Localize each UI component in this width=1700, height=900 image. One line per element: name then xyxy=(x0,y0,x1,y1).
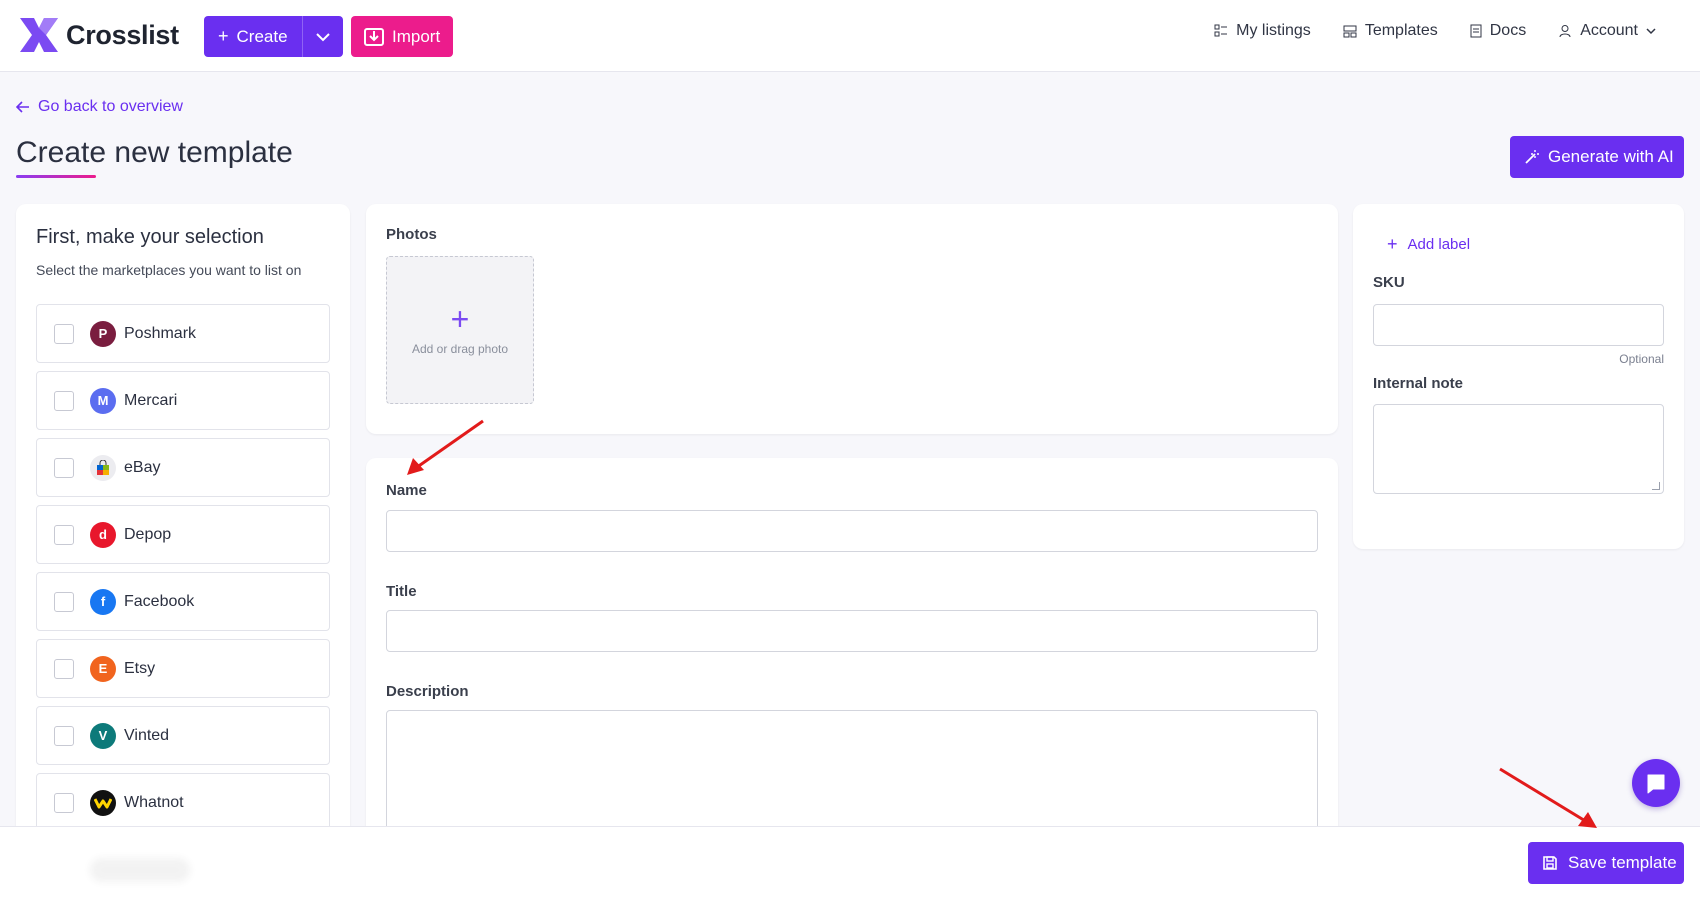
photo-dropzone[interactable]: + Add or drag photo xyxy=(386,256,534,404)
nav-my-listings[interactable]: My listings xyxy=(1214,22,1311,40)
marketplace-checkbox[interactable] xyxy=(54,323,74,344)
marketplace-checkbox[interactable] xyxy=(54,591,74,612)
marketplace-label: Depop xyxy=(124,525,172,543)
marketplace-item-etsy[interactable]: E Etsy xyxy=(36,639,330,698)
nav-label: Docs xyxy=(1489,22,1527,39)
mercari-icon: M xyxy=(90,387,116,414)
marketplace-checkbox[interactable] xyxy=(54,725,74,746)
create-label: Create xyxy=(236,26,288,46)
ebay-icon xyxy=(90,454,116,481)
depop-icon: d xyxy=(90,521,116,548)
etsy-icon: E xyxy=(90,655,116,682)
user-icon xyxy=(1559,25,1571,38)
main-nav: My listings Templates Docs Account xyxy=(1214,22,1656,40)
marketplace-checkbox[interactable] xyxy=(54,457,74,478)
sidebar-card: + Add label SKU Optional Internal note xyxy=(1353,204,1684,549)
poshmark-icon: P xyxy=(90,320,116,347)
back-label: Go back to overview xyxy=(38,98,183,115)
marketplace-checkbox[interactable] xyxy=(54,390,74,411)
title-underline xyxy=(16,175,96,178)
import-label: Import xyxy=(392,26,441,46)
dropzone-text: Add or drag photo xyxy=(411,342,509,356)
marketplace-selection-card: First, make your selection Select the ma… xyxy=(16,204,350,900)
internal-note-label: Internal note xyxy=(1373,375,1464,392)
marketplace-checkbox[interactable] xyxy=(54,792,74,813)
resize-handle[interactable] xyxy=(1652,482,1660,490)
save-template-button[interactable]: Save template xyxy=(1528,842,1684,884)
marketplace-item-poshmark[interactable]: P Poshmark xyxy=(36,304,330,363)
add-label-button[interactable]: + Add label xyxy=(1387,234,1470,255)
import-button[interactable]: Import xyxy=(351,16,453,57)
marketplace-label: Vinted xyxy=(124,726,170,744)
plus-icon: + xyxy=(450,301,470,337)
generate-ai-label: Generate with AI xyxy=(1548,147,1674,166)
chat-support-button[interactable] xyxy=(1632,759,1680,807)
marketplace-label: Facebook xyxy=(124,592,195,610)
marketplace-item-mercari[interactable]: M Mercari xyxy=(36,371,330,430)
crosslist-logo-icon xyxy=(20,18,58,52)
whatnot-icon xyxy=(90,789,116,816)
generate-with-ai-button[interactable]: Generate with AI xyxy=(1510,136,1684,178)
marketplace-item-whatnot[interactable]: Whatnot xyxy=(36,773,330,832)
page-title: Create new template xyxy=(16,136,293,169)
marketplace-item-facebook[interactable]: f Facebook xyxy=(36,572,330,631)
document-icon xyxy=(1470,24,1482,38)
nav-label: Templates xyxy=(1364,22,1438,39)
internal-note-textarea[interactable] xyxy=(1373,404,1664,494)
marketplace-item-ebay[interactable]: eBay xyxy=(36,438,330,497)
nav-account[interactable]: Account xyxy=(1558,22,1656,40)
sku-optional-hint: Optional xyxy=(1619,352,1664,366)
chevron-down-icon xyxy=(1646,27,1656,34)
save-label: Save template xyxy=(1568,853,1677,872)
back-link[interactable]: Go back to overview xyxy=(16,98,183,116)
marketplace-checkbox[interactable] xyxy=(54,524,74,545)
sku-input[interactable] xyxy=(1373,304,1664,346)
marketplace-checkbox[interactable] xyxy=(54,658,74,679)
create-button-group: + Create xyxy=(204,16,343,57)
name-input[interactable] xyxy=(386,510,1318,552)
marketplace-label: Whatnot xyxy=(124,793,184,811)
chat-icon xyxy=(1647,774,1665,794)
marketplace-item-vinted[interactable]: V Vinted xyxy=(36,706,330,765)
footer-bar xyxy=(0,826,1700,900)
logo-text: Crosslist xyxy=(66,19,179,50)
marketplace-subtitle: Select the marketplaces you want to list… xyxy=(36,262,302,278)
plus-icon: + xyxy=(218,26,229,46)
create-button[interactable]: + Create xyxy=(204,16,302,57)
nav-label: My listings xyxy=(1236,22,1311,39)
save-icon xyxy=(1543,856,1557,870)
magic-wand-icon xyxy=(1525,150,1539,164)
nav-templates[interactable]: Templates xyxy=(1343,22,1438,40)
list-icon xyxy=(1214,24,1228,37)
sku-label: SKU xyxy=(1373,274,1405,291)
marketplace-label: Poshmark xyxy=(124,324,197,342)
description-label: Description xyxy=(386,683,469,700)
arrow-left-icon xyxy=(16,101,29,113)
plus-icon: + xyxy=(1387,234,1398,254)
photos-label: Photos xyxy=(386,226,437,243)
facebook-icon: f xyxy=(90,588,116,615)
template-icon xyxy=(1343,25,1357,38)
marketplace-item-depop[interactable]: d Depop xyxy=(36,505,330,564)
photos-card: Photos + Add or drag photo xyxy=(366,204,1338,434)
faded-item xyxy=(90,858,190,882)
top-header: Crosslist + Create Import My listings Te… xyxy=(0,0,1700,72)
logo[interactable]: Crosslist xyxy=(16,12,179,58)
marketplace-label: eBay xyxy=(124,458,161,476)
nav-label: Account xyxy=(1580,22,1638,39)
add-label-text: Add label xyxy=(1407,236,1471,253)
marketplace-label: Etsy xyxy=(124,659,156,677)
marketplace-title: First, make your selection xyxy=(36,226,264,248)
name-label: Name xyxy=(386,482,427,499)
title-label: Title xyxy=(386,583,417,600)
nav-docs[interactable]: Docs xyxy=(1470,22,1526,40)
vinted-icon: V xyxy=(90,722,116,749)
import-icon xyxy=(364,27,384,46)
chevron-down-icon xyxy=(316,32,330,41)
annotation-arrow-icon xyxy=(1499,767,1597,828)
title-input[interactable] xyxy=(386,610,1318,652)
marketplace-label: Mercari xyxy=(124,391,178,409)
create-dropdown-toggle[interactable] xyxy=(303,16,343,57)
